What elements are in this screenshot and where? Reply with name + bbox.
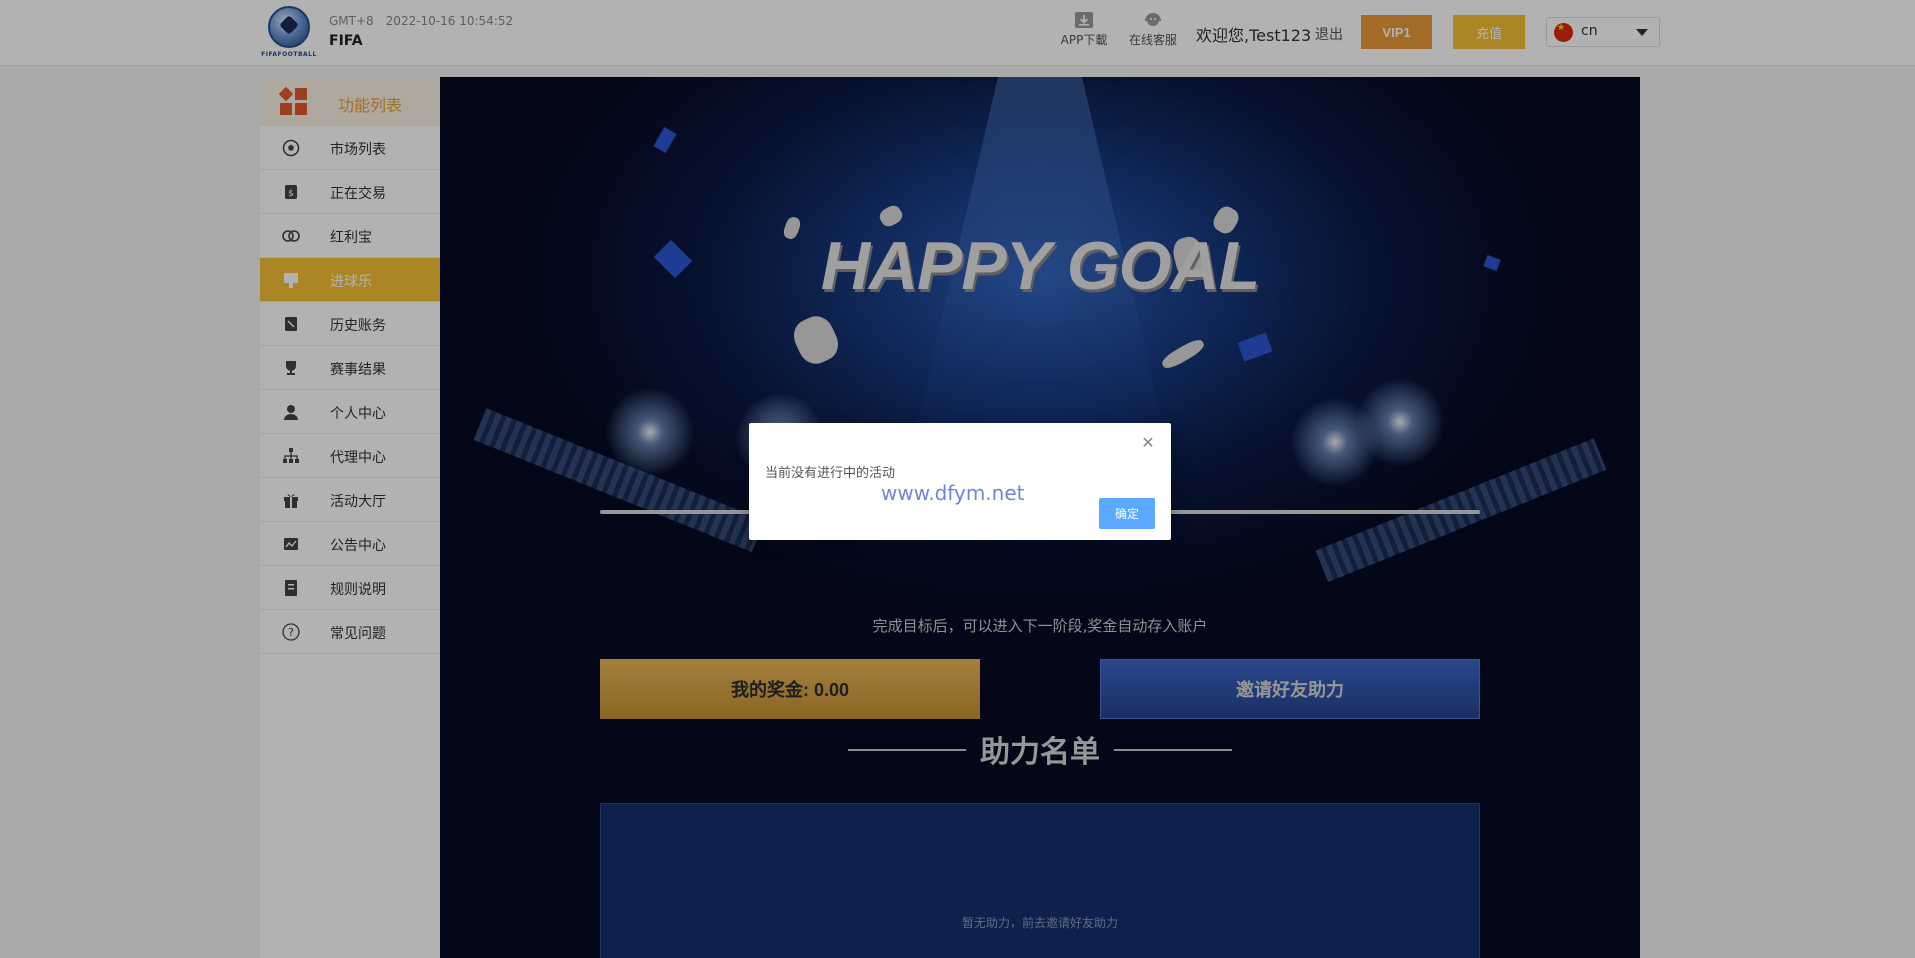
close-icon[interactable]: ✕ <box>1141 435 1155 451</box>
watermark-text: www.dfym.net <box>881 481 1025 505</box>
dialog-message: 当前没有进行中的活动 <box>765 466 896 481</box>
confirm-button[interactable]: 确定 <box>1099 498 1155 529</box>
